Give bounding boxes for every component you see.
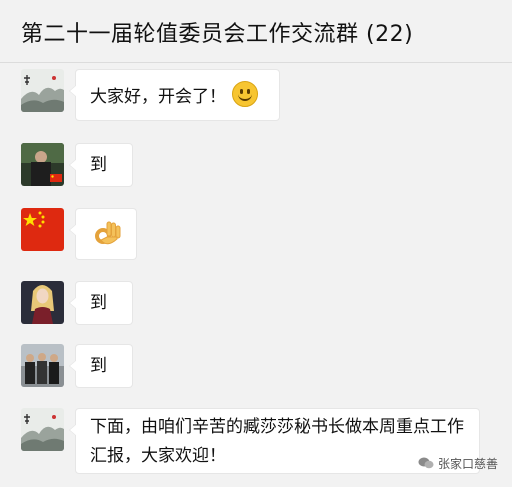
watermark-text: 张家口慈善	[437, 457, 498, 471]
group-photo-avatar[interactable]	[21, 344, 64, 387]
watermark: 张家口慈善	[418, 455, 498, 472]
ink-painting-avatar[interactable]	[21, 408, 64, 451]
woman-illustration-avatar[interactable]	[21, 281, 64, 324]
message-text: 到	[90, 293, 107, 313]
message-bubble[interactable]: 到	[69, 344, 133, 388]
china-flag-avatar[interactable]	[21, 208, 64, 251]
message-text: 下面，由咱们辛苦的臧莎莎秘书长做本周重点工作汇报，大家欢迎！	[90, 417, 464, 466]
message-bubble[interactable]	[69, 208, 137, 260]
wechat-icon	[418, 457, 434, 469]
message-bubble[interactable]: 到	[69, 143, 133, 187]
chat-header: 第二十一届轮值委员会工作交流群 (22)	[0, 0, 512, 63]
message-bubble[interactable]: 大家好，开会了！	[69, 69, 280, 121]
chat-title[interactable]: 第二十一届轮值委员会工作交流群 (22)	[21, 16, 413, 48]
smile-emoji-icon	[232, 81, 258, 107]
ok-hand-emoji-icon	[95, 221, 121, 245]
person-with-flag-avatar[interactable]	[21, 143, 64, 186]
message-text: 到	[90, 155, 107, 175]
ink-painting-avatar[interactable]	[21, 69, 64, 112]
message-text: 大家好，开会了！	[90, 87, 226, 107]
message-text: 到	[90, 356, 107, 376]
message-bubble[interactable]: 到	[69, 281, 133, 325]
